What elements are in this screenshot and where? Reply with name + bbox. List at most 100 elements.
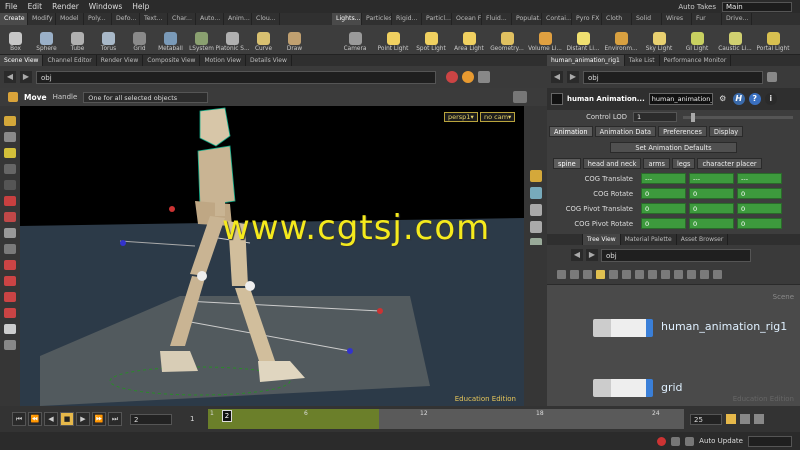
tool-tube[interactable]: Tube [62,25,93,54]
param-value-field[interactable]: 0 [689,218,734,229]
auto-takes-label[interactable]: Auto Takes [678,3,716,11]
node-name-field[interactable]: human_animation_rig1 [648,93,713,105]
jump-end-icon[interactable]: ⏭ [108,412,122,426]
snap-icon[interactable] [635,270,644,279]
note-icon[interactable] [596,270,605,279]
play-icon[interactable]: ▶ [76,412,90,426]
shelf-tab-char[interactable]: Char... [168,13,196,25]
back-icon[interactable]: ◀ [551,71,563,83]
tab-render-view[interactable]: Render View [97,55,144,66]
shelf-tab-lights[interactable]: Lights... [332,13,362,25]
current-frame-field[interactable]: 2 [130,413,172,425]
tool-curve[interactable]: Curve [248,25,279,54]
menu-help[interactable]: Help [127,2,154,11]
camera-menu[interactable]: persp1▾ [444,112,478,122]
param-value-field[interactable]: 0 [641,203,686,214]
shelf-tab-pyro-fx[interactable]: Pyro FX [572,13,602,25]
param-value-field[interactable]: 0 [689,188,734,199]
param-value-field[interactable]: --- [737,173,782,184]
camera-icon[interactable] [4,324,16,334]
shelf-tab-particles[interactable]: Particles [362,13,392,25]
select-tool-icon[interactable] [4,116,16,126]
tool-geometry[interactable]: Geometry... [488,25,526,54]
snap-point-icon[interactable] [4,292,16,302]
tab-details-view[interactable]: Details View [246,55,292,66]
shelf-tab-anim[interactable]: Anim... [224,13,252,25]
tab-human-animation-rig1[interactable]: human_animation_rig1 [547,55,625,66]
gear-icon[interactable] [513,91,527,103]
node-human-animation-rig[interactable] [593,319,653,337]
menu-file[interactable]: File [0,2,23,11]
tool-volume-li[interactable]: Volume Li... [526,25,564,54]
search-icon[interactable] [700,270,709,279]
view-tool-icon[interactable] [4,164,16,174]
back-icon[interactable]: ◀ [571,249,583,261]
param-path-field[interactable]: obj [583,70,763,84]
info-icon[interactable] [713,270,722,279]
auto-update-dropdown[interactable]: Auto Update [699,437,743,445]
brush-tool-icon[interactable] [4,228,16,238]
param-value-field[interactable]: 0 [737,188,782,199]
no-cam-menu[interactable]: no cam▾ [480,112,516,122]
param-value-field[interactable]: 0 [641,218,686,229]
stop-icon[interactable]: ■ [60,412,74,426]
display-icon[interactable] [685,436,695,446]
tab-asset-browser[interactable]: Asset Browser [677,234,729,245]
current-frame-marker[interactable]: 2 [222,410,232,422]
shelf-tab-drive[interactable]: Drive... [722,13,752,25]
cache-icon[interactable] [671,436,681,446]
shelf-tab-text[interactable]: Text... [140,13,168,25]
shaded-icon[interactable] [529,221,542,233]
tool-lsystem[interactable]: LSystem [186,25,217,54]
tab-performance-monitor[interactable]: Performance Monitor [660,55,732,66]
tool-environm[interactable]: Environm... [602,25,640,54]
subtab-head-and-neck[interactable]: head and neck [582,158,642,169]
shelf-tab-cloth[interactable]: Cloth [602,13,632,25]
jump-start-icon[interactable]: ⏮ [12,412,26,426]
control-lod-field[interactable]: 1 [633,112,677,122]
filter-icon[interactable] [687,270,696,279]
step-back-icon[interactable]: ⏪ [28,412,42,426]
handle-tool-icon[interactable] [4,196,16,206]
pose-tool-icon[interactable] [4,148,16,158]
snap-grid-icon[interactable] [4,276,16,286]
network-view[interactable]: Scene human_animation_rig1 grid Educatio… [547,285,800,406]
menu-edit[interactable]: Edit [23,2,48,11]
shelf-tab-create[interactable]: Create [0,13,28,25]
step-forward-icon[interactable]: ⏩ [92,412,106,426]
tab-take-list[interactable]: Take List [625,55,660,66]
forward-icon[interactable]: ▶ [586,249,598,261]
tab-motion-view[interactable]: Motion View [200,55,246,66]
list-icon[interactable] [557,270,566,279]
help-icon[interactable]: ? [748,93,761,105]
tool-gi-light[interactable]: GI Light [678,25,716,54]
menu-render[interactable]: Render [47,2,84,11]
tool-distant-li[interactable]: Distant Li... [564,25,602,54]
tool-draw[interactable]: Draw [279,25,310,54]
tab-scene-view[interactable]: Scene View [0,55,44,66]
tab-material-palette[interactable]: Material Palette [621,234,677,245]
shelf-tab-modify[interactable]: Modify [28,13,56,25]
set-animation-defaults-button[interactable]: Set Animation Defaults [610,142,737,153]
forward-icon[interactable]: ▶ [567,71,579,83]
measure-tool-icon[interactable] [4,244,16,254]
realtime-icon[interactable] [726,414,736,424]
keys-icon[interactable] [740,414,750,424]
shelf-tab-auto[interactable]: Auto... [196,13,224,25]
scope-icon[interactable] [754,414,764,424]
persp-icon[interactable] [529,170,542,182]
shelf-tab-clou[interactable]: Clou... [252,13,280,25]
shelf-tab-model[interactable]: Model [56,13,84,25]
param-value-field[interactable]: --- [641,173,686,184]
shelf-tab-populat[interactable]: Populat... [512,13,542,25]
palette-icon[interactable] [674,270,683,279]
forward-icon[interactable]: ▶ [20,71,32,83]
viewport-path-field[interactable]: obj [36,70,436,84]
tool-spot-light[interactable]: Spot Light [412,25,450,54]
take-selector[interactable]: Main [722,1,792,12]
hda-icon[interactable]: H [732,93,745,105]
shelf-tab-particl[interactable]: Particl... [422,13,452,25]
align-icon[interactable] [622,270,631,279]
pin-icon[interactable] [767,72,777,82]
end-frame-field[interactable]: 25 [690,414,722,425]
